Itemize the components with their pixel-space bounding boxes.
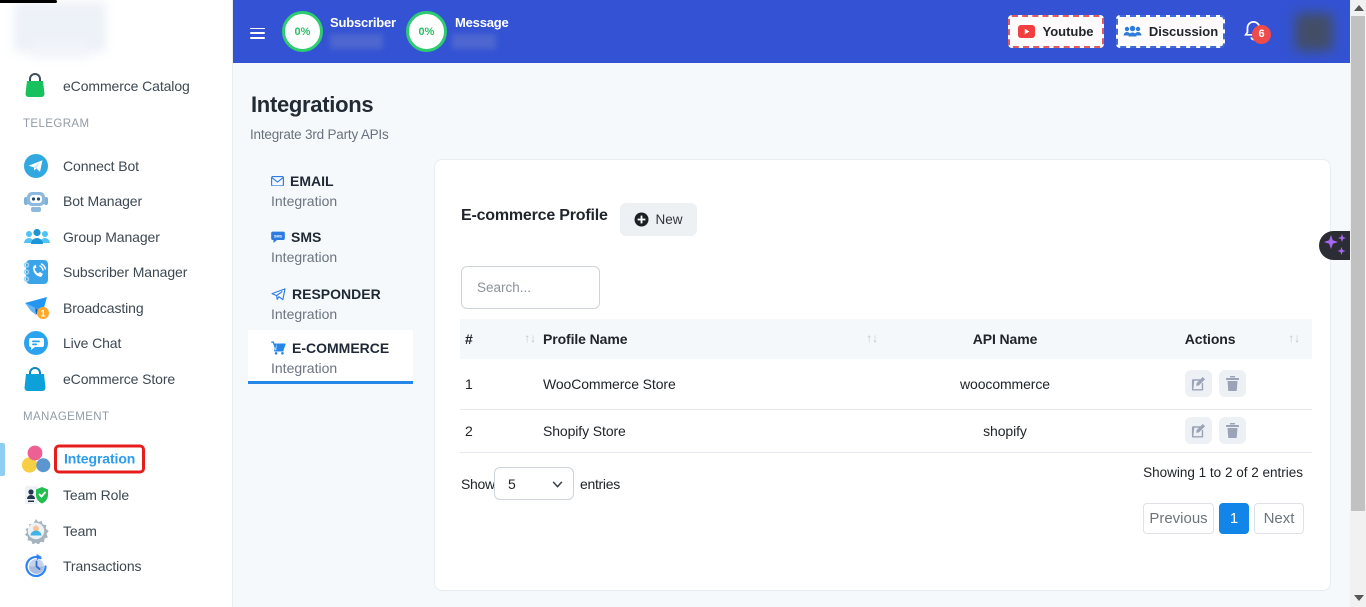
svg-text:SMS: SMS: [274, 234, 282, 238]
svg-text:1: 1: [40, 309, 45, 319]
